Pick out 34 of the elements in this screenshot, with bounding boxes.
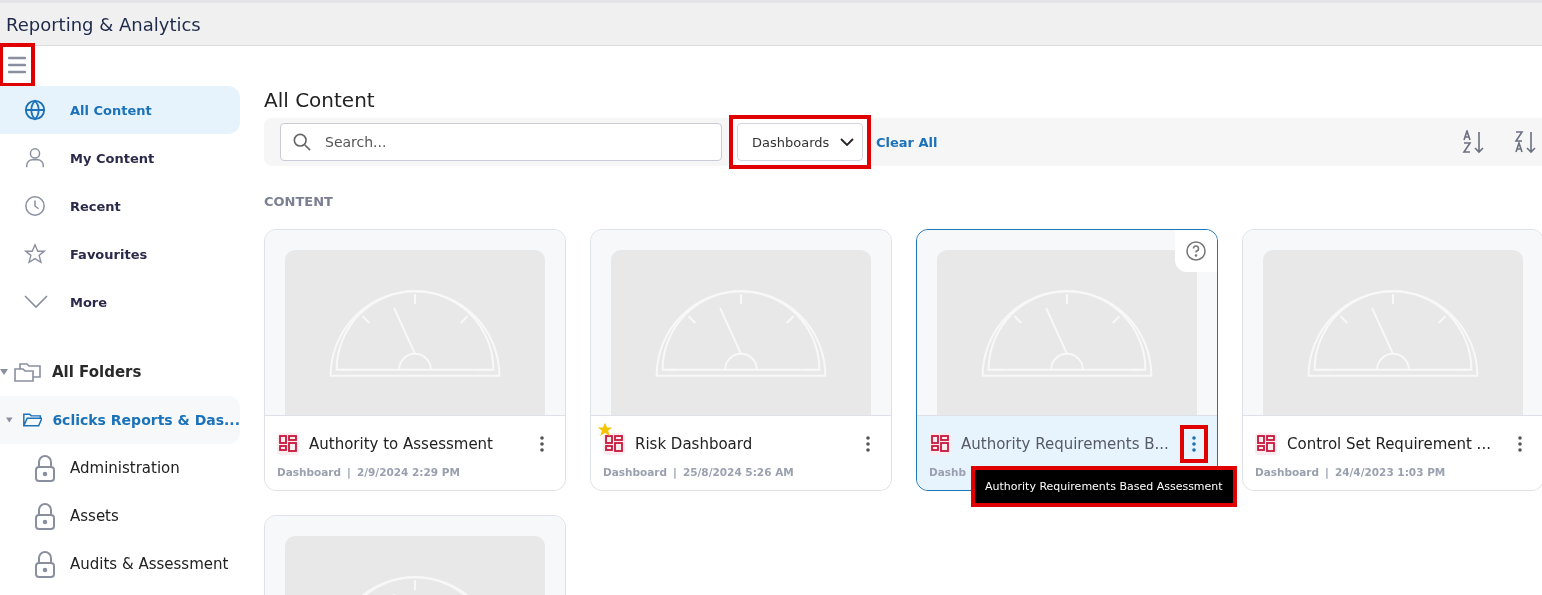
card-type: Dashboard [603, 466, 668, 478]
separator: | [347, 466, 351, 478]
folder-item[interactable]: Administration [0, 444, 240, 492]
nav-item[interactable]: Favourites [0, 230, 240, 278]
card-date: 25/8/2024 5:26 AM [682, 466, 794, 478]
card-type: Dashboard [277, 466, 342, 478]
folder-item[interactable]: Audits & Assessment [0, 540, 240, 588]
dashboard-card[interactable]: Risk Dashboard Dashboard | 25/8/2024 5:26 AM [590, 229, 892, 491]
dashboard-card[interactable]: Control Set Requirement ... Dashboard | 24/4/2023 1:03 PM [1242, 229, 1542, 491]
type-dropdown[interactable]: Dashboards [732, 118, 868, 166]
separator: | [673, 466, 677, 478]
card-title: Risk Dashboard [635, 435, 754, 453]
card-date: 2/9/2024 2:29 PM [356, 466, 460, 478]
card-title: Authority Requirements B... [961, 435, 1170, 453]
nav-item[interactable]: More [0, 278, 240, 326]
card-type: Dashboard [1255, 466, 1320, 478]
card-date: 24/4/2023 1:03 PM [1334, 466, 1446, 478]
nav-item[interactable]: Recent [0, 182, 240, 230]
folder-item[interactable]: Assets [0, 492, 240, 540]
separator: | [1325, 466, 1329, 478]
clear-all-link[interactable]: Clear All [876, 134, 938, 150]
page-heading: All Content [264, 88, 376, 112]
folder-item[interactable]: All Folders [0, 356, 240, 388]
dashboard-card[interactable]: Authority to Assessment Dashboard | 2/9/2024 2:29 PM [264, 229, 566, 491]
search-field[interactable]: Search... [280, 123, 722, 161]
nav-item[interactable]: My Content [0, 134, 240, 182]
search-input[interactable]: Search... [323, 133, 709, 151]
folder-item[interactable]: 6clicks Reports & Das... [0, 396, 240, 444]
app-title: Reporting & Analytics [6, 13, 201, 35]
card-type: Dashb [929, 466, 967, 478]
card-title: Control Set Requirement ... [1287, 435, 1492, 453]
section-label: CONTENT [264, 194, 334, 209]
card-title: Authority to Assessment [309, 435, 494, 453]
nav-item[interactable]: All Content [0, 86, 240, 134]
